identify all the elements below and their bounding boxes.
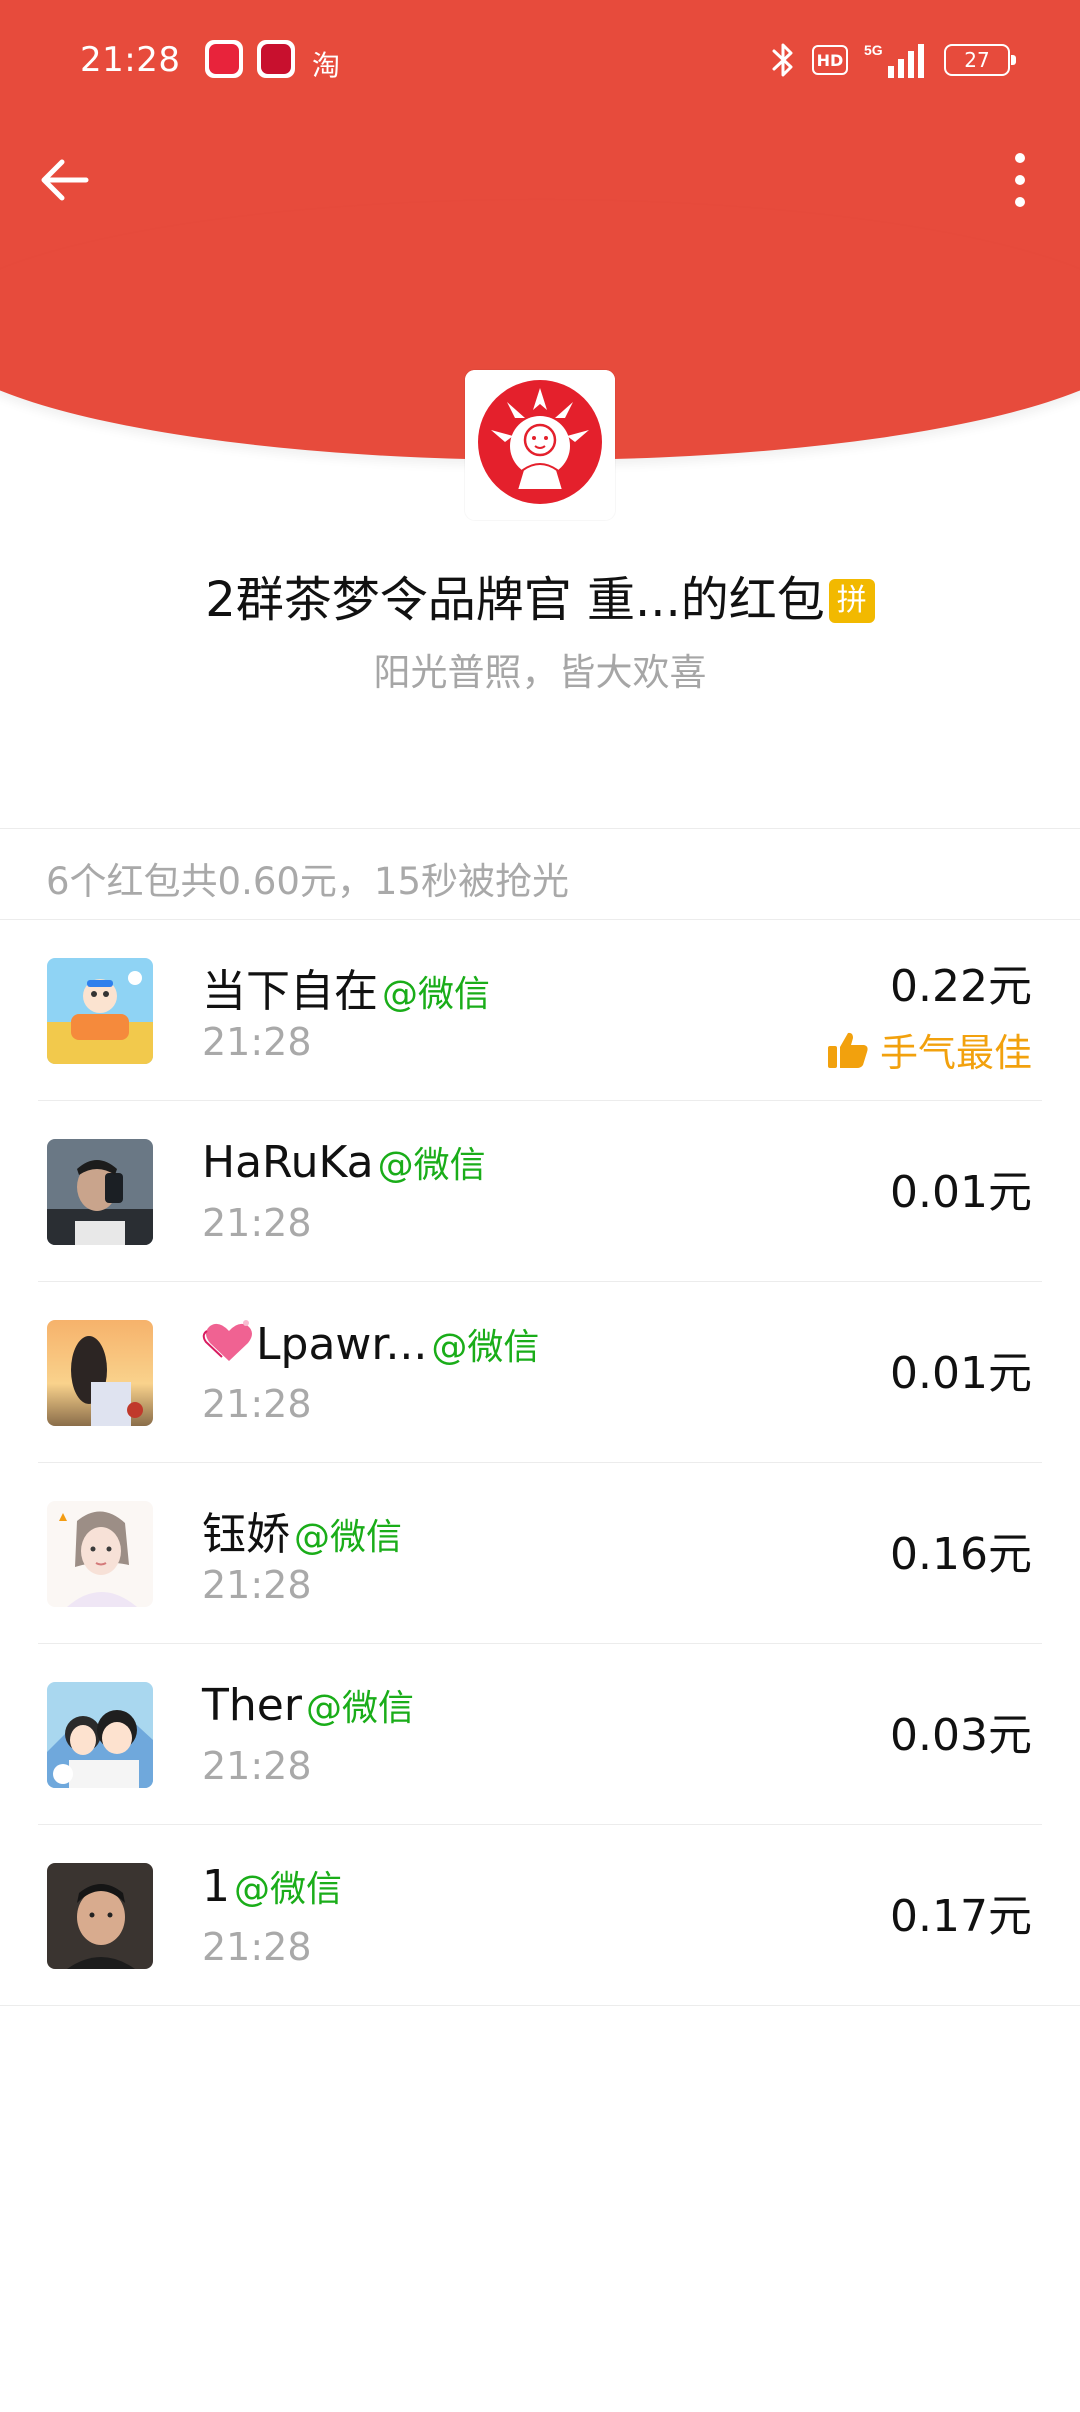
receiver-name-text: 1 (202, 1861, 230, 1912)
receiver-time: 21:28 (202, 1020, 312, 1064)
list-item[interactable]: 钰娇 @微信 21:28 0.16元 (0, 1463, 1080, 1644)
avatar[interactable] (47, 1863, 153, 1969)
network-type-label: 5G (864, 42, 883, 58)
receiver-name: HaRuKa @微信 (202, 1136, 486, 1188)
battery-icon: 27 (944, 44, 1016, 76)
summary-bar: 6个红包共0.60元，15秒被抢光 (0, 828, 1080, 920)
list-item[interactable]: HaRuKa @微信 21:28 0.01元 (0, 1101, 1080, 1282)
avatar[interactable] (47, 1501, 153, 1607)
receiver-name-text: Lpawr... (256, 1319, 428, 1370)
list-item[interactable]: Ther @微信 21:28 0.03元 (0, 1644, 1080, 1825)
back-button[interactable] (32, 148, 96, 212)
pin-badge: 拼 (828, 579, 875, 623)
red-packet-subtitle: 阳光普照，皆大欢喜 (373, 651, 707, 694)
receiver-time: 21:28 (202, 1925, 312, 1969)
shopping-app-icon (257, 40, 295, 78)
back-arrow-icon (41, 159, 89, 201)
list-item[interactable]: 1 @微信 21:28 0.17元 (0, 1825, 1080, 2006)
avatar[interactable] (47, 1682, 153, 1788)
receiver-list: 当下自在 @微信 21:28 0.22元 手气最佳 HaRuKa @微信 21:… (0, 920, 1080, 2006)
sender-avatar[interactable] (465, 370, 615, 520)
receiver-name: Lpawr... @微信 (202, 1317, 539, 1370)
pinduoduo-app-icon (205, 40, 243, 78)
signal-5g-icon: 5G (864, 42, 924, 78)
red-packet-detail-page: 21:28 淘 HD 5G 27 2群茶梦令品牌官 重...的红包 拼 阳光普照… (0, 0, 1080, 2412)
receiver-time: 21:28 (202, 1201, 312, 1245)
taobao-icon: 淘 (312, 49, 341, 82)
best-luck-label: 手气最佳 (879, 1031, 1032, 1075)
status-bar: 21:28 淘 HD 5G 27 (0, 0, 1080, 120)
receiver-name: 当下自在 @微信 (202, 955, 490, 1019)
source-label: @微信 (294, 1517, 403, 1558)
source-label: @微信 (305, 1688, 414, 1729)
avatar[interactable] (47, 1139, 153, 1245)
list-item[interactable]: Lpawr... @微信 21:28 0.01元 (0, 1282, 1080, 1463)
best-luck-badge: 手气最佳 (826, 1022, 1032, 1077)
receiver-amount: 0.03元 (890, 1710, 1032, 1761)
list-item[interactable]: 当下自在 @微信 21:28 0.22元 手气最佳 (0, 920, 1080, 1101)
thumbs-up-icon (827, 1032, 868, 1068)
avatar[interactable] (47, 958, 153, 1064)
red-packet-title-text: 2群茶梦令品牌官 重...的红包 (205, 572, 825, 628)
sparkling-heart-icon (202, 1320, 252, 1361)
source-label: @微信 (431, 1327, 540, 1368)
receiver-name: 1 @微信 (202, 1860, 342, 1912)
receiver-name: 钰娇 @微信 (202, 1498, 402, 1562)
receiver-time: 21:28 (202, 1563, 312, 1607)
hd-voice-icon: HD (812, 45, 848, 75)
sender-logo-image (465, 370, 615, 520)
more-vertical-icon (1015, 153, 1025, 163)
receiver-time: 21:28 (202, 1382, 312, 1426)
receiver-name-text: Ther (202, 1680, 302, 1731)
avatar[interactable] (47, 1320, 153, 1426)
receiver-time: 21:28 (202, 1744, 312, 1788)
red-packet-title: 2群茶梦令品牌官 重...的红包拼 (0, 560, 1080, 630)
receiver-name-text: 钰娇 (202, 1509, 290, 1560)
source-label: @微信 (234, 1869, 343, 1910)
receiver-amount: 0.01元 (890, 1348, 1032, 1399)
receiver-amount: 0.01元 (890, 1167, 1032, 1218)
receiver-amount: 0.16元 (890, 1529, 1032, 1580)
receiver-name-text: HaRuKa (202, 1137, 374, 1188)
source-label: @微信 (382, 974, 491, 1015)
source-label: @微信 (377, 1145, 486, 1186)
receiver-amount: 0.22元 (890, 961, 1032, 1012)
receiver-name: Ther @微信 (202, 1679, 414, 1731)
receiver-amount: 0.17元 (890, 1891, 1032, 1942)
more-options-button[interactable] (990, 140, 1050, 220)
receiver-name-text: 当下自在 (202, 966, 378, 1017)
status-time: 21:28 (80, 40, 181, 80)
status-indicators: HD 5G 27 (770, 40, 1016, 80)
summary-text: 6个红包共0.60元，15秒被抢光 (46, 860, 570, 903)
bluetooth-icon (772, 43, 793, 77)
